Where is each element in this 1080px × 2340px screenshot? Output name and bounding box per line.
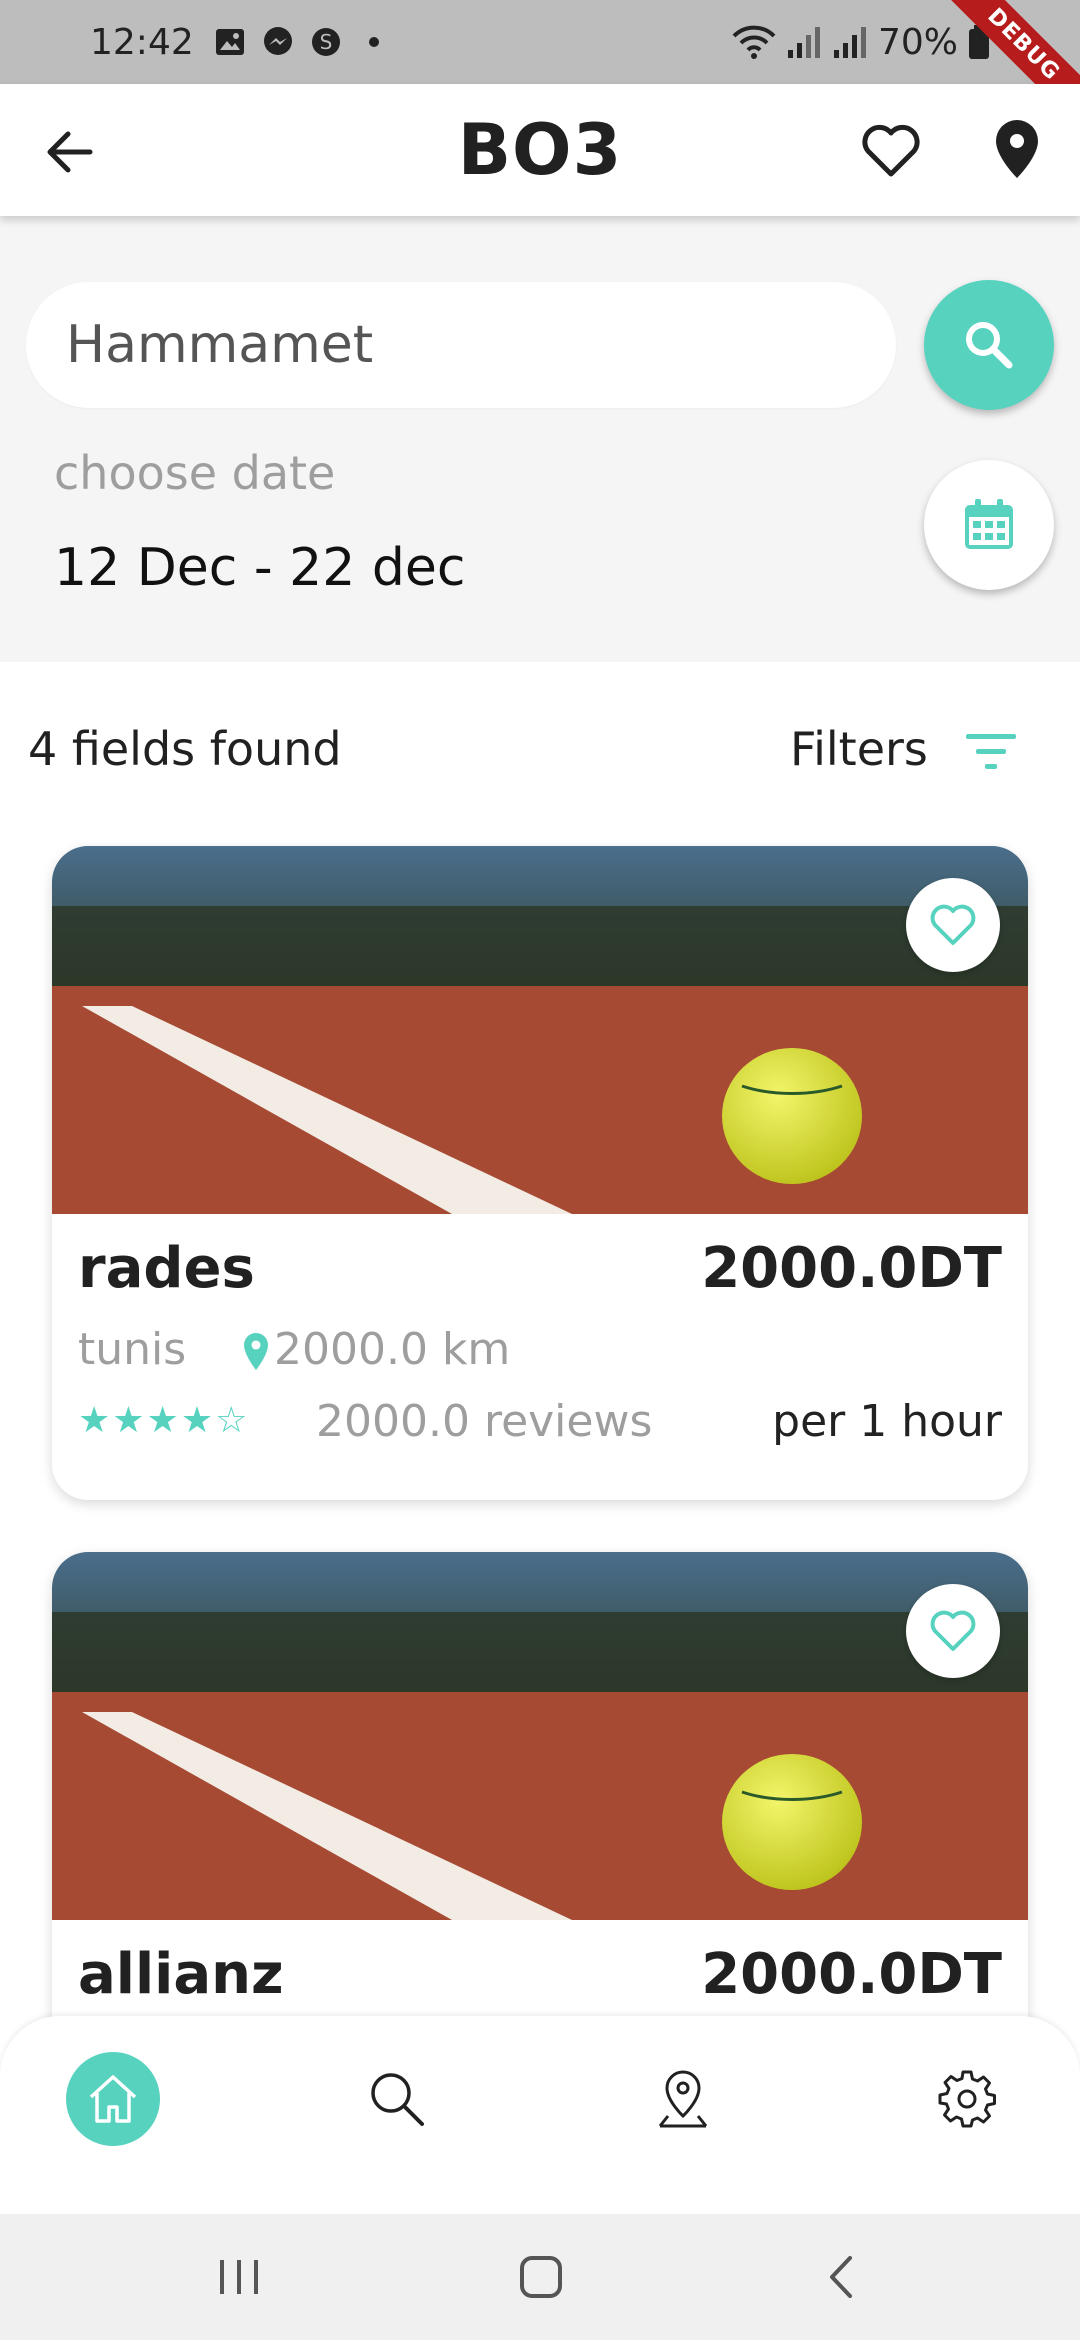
search-icon [371, 2073, 424, 2126]
settings-gear-icon [938, 2070, 996, 2128]
field-price-unit: per 1 hour [772, 1396, 1002, 1447]
home-icon [89, 2075, 137, 2123]
location-pin-icon [244, 1333, 268, 1370]
heart-icon[interactable] [860, 120, 922, 182]
messenger-icon [263, 27, 292, 55]
filter-icon[interactable] [964, 730, 1018, 774]
field-card[interactable]: allianz 2000.0DT [52, 1552, 1028, 2072]
wifi-icon [732, 25, 776, 59]
heart-outline-icon [930, 904, 976, 945]
dot-icon [368, 37, 379, 47]
bottom-navigation [0, 2016, 1080, 2214]
date-range-value[interactable]: 12 Dec - 22 dec [54, 538, 465, 598]
results-count: 4 fields found [28, 722, 342, 776]
field-reviews: 2000.0 reviews [316, 1396, 653, 1447]
field-photo [52, 846, 1028, 1214]
system-navigation-bar [0, 2214, 1080, 2340]
location-pin-icon[interactable] [992, 118, 1042, 180]
favorite-button[interactable] [906, 1584, 1000, 1678]
signal-icon-2 [833, 27, 866, 58]
field-name: rades [78, 1236, 255, 1301]
field-distance: 2000.0 km [274, 1324, 511, 1375]
field-photo [52, 1552, 1028, 1920]
battery-percent: 70% [877, 21, 958, 63]
favorite-button[interactable] [906, 878, 1000, 972]
field-price: 2000.0DT [701, 1236, 1002, 1301]
svg-text:S: S [319, 30, 332, 54]
recent-apps-icon[interactable] [214, 2252, 264, 2302]
gallery-icon [215, 29, 244, 55]
location-pin-icon [658, 2070, 708, 2128]
status-right: 70% [732, 0, 990, 84]
back-button-icon[interactable] [818, 2252, 868, 2302]
date-label: choose date [54, 446, 336, 500]
app-bar: BO3 [0, 84, 1080, 216]
nav-search[interactable] [350, 2052, 444, 2146]
field-city: tunis [78, 1324, 187, 1375]
status-time: 12:42 [90, 21, 194, 63]
nav-home[interactable] [66, 2052, 160, 2146]
field-price: 2000.0DT [701, 1942, 1002, 2007]
home-button-icon[interactable] [516, 2252, 566, 2302]
status-bar: 12:42 S 70% DEBUG [0, 0, 1080, 140]
field-card[interactable]: rades 2000.0DT tunis 2000.0 km ★★★★☆ 200… [52, 846, 1028, 1500]
search-input[interactable] [26, 282, 896, 408]
search-button[interactable] [924, 280, 1054, 410]
rating-stars: ★★★★☆ [78, 1400, 250, 1441]
nav-map[interactable] [636, 2052, 730, 2146]
nav-settings[interactable] [920, 2052, 1014, 2146]
signal-icon [787, 27, 820, 58]
heart-outline-icon [930, 1610, 976, 1651]
filters-button[interactable]: Filters [790, 722, 928, 776]
calendar-button[interactable] [924, 460, 1054, 590]
shazam-icon: S [311, 28, 340, 56]
search-icon [966, 322, 1013, 369]
field-name: allianz [78, 1942, 284, 2007]
calendar-icon [965, 499, 1013, 549]
